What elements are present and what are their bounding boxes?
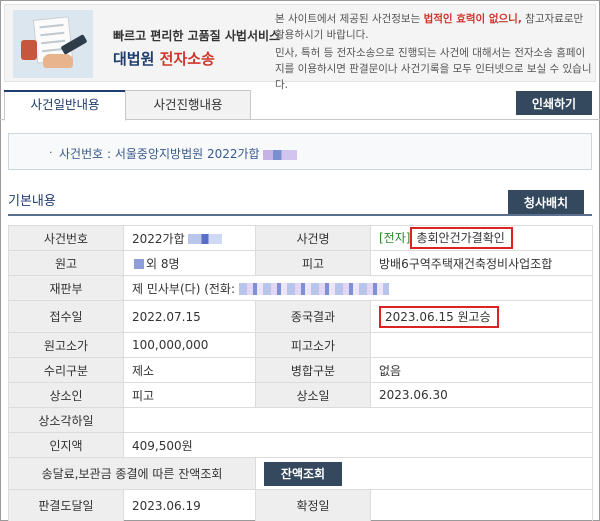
table-row: 원고소가 100,000,000 피고소가 bbox=[8, 332, 593, 358]
appeal-reject-value bbox=[123, 407, 593, 433]
tab-case-general[interactable]: 사건일반내용 bbox=[4, 90, 126, 121]
case-no-value: 2022가합 bbox=[123, 225, 256, 251]
case-no-label: 사건번호 bbox=[8, 225, 124, 251]
table-row: 송달료,보관금 종결에 따른 잔액조회 잔액조회 bbox=[8, 457, 593, 490]
tab-bar: 사건일반내용 사건진행내용 bbox=[0, 90, 600, 121]
accept-value: 제소 bbox=[123, 357, 256, 383]
result-value: 2023.06.15 원고승 bbox=[370, 300, 593, 333]
redacted-case-number bbox=[262, 149, 297, 160]
defendant-value: 방배6구역주택재건축정비사업조합 bbox=[370, 250, 593, 276]
balance-cell: 잔액조회 bbox=[255, 457, 593, 490]
notice-emphasis: 법적인 효력이 없으니, bbox=[423, 13, 522, 25]
banner-tagline: 빠르고 편리한 고품질 사법서비스 bbox=[113, 29, 281, 43]
courtroom-layout-button[interactable]: 청사배치 bbox=[508, 190, 584, 215]
case-name-value: [전자] 총회안건가결확인 bbox=[370, 225, 593, 251]
merge-label: 병합구분 bbox=[255, 357, 371, 383]
appeal-date-value: 2023.06.30 bbox=[370, 382, 593, 408]
accept-label: 수리구분 bbox=[8, 357, 124, 383]
case-info-table: 사건번호 2022가합 사건명 [전자] 총회안건가결확인 원고 외 8명 피고 … bbox=[8, 225, 593, 521]
print-button[interactable]: 인쇄하기 bbox=[516, 91, 592, 115]
table-row: 인지액 409,500원 bbox=[8, 432, 593, 458]
section-title: 기본내용 bbox=[8, 194, 56, 209]
case-no-text: 2022가합 bbox=[132, 231, 185, 246]
appellant-value: 피고 bbox=[123, 382, 256, 408]
appellant-label: 상소인 bbox=[8, 382, 124, 408]
balance-label: 송달료,보관금 종결에 따른 잔액조회 bbox=[8, 457, 256, 490]
notice-text-2: 민사, 특허 등 전자소송으로 진행되는 사건에 대해서는 전자소송 홈페이지를… bbox=[275, 47, 592, 91]
banner-notice: 본 사이트에서 제공된 사건정보는 법적인 효력이 없으니, 참고자료로만 활용… bbox=[275, 11, 593, 93]
case-number-text: 사건번호 : 서울중앙지방법원 2022가합 bbox=[59, 145, 297, 162]
result-highlight: 2023.06.15 원고승 bbox=[379, 305, 499, 328]
filed-value: 2022.07.15 bbox=[123, 300, 256, 333]
table-row: 상소각하일 bbox=[8, 407, 593, 433]
delivered-value: 2023.06.19 bbox=[123, 489, 256, 521]
merge-value: 없음 bbox=[370, 357, 593, 383]
banner-title: 빠르고 편리한 고품질 사법서비스 대법원 전자소송 bbox=[113, 27, 280, 69]
division-label: 재판부 bbox=[8, 275, 124, 301]
redacted-case-no bbox=[187, 234, 222, 244]
division-text: 제 민사부(다) (전화: bbox=[132, 281, 235, 296]
notice-text-pre: 본 사이트에서 제공된 사건정보는 bbox=[275, 13, 424, 25]
table-row: 접수일 2022.07.15 종국결과 2023.06.15 원고승 bbox=[8, 300, 593, 333]
division-value: 제 민사부(다) (전화: bbox=[123, 275, 593, 301]
final-label: 확정일 bbox=[255, 489, 371, 521]
filed-label: 접수일 bbox=[8, 300, 124, 333]
claim-defendant-label: 피고소가 bbox=[255, 332, 371, 358]
table-row: 판결도달일 2023.06.19 확정일 bbox=[8, 489, 593, 521]
stamp-label: 인지액 bbox=[8, 432, 124, 458]
redacted-plaintiff bbox=[134, 259, 144, 269]
defendant-label: 피고 bbox=[255, 250, 371, 276]
appeal-reject-label: 상소각하일 bbox=[8, 407, 124, 433]
appeal-date-label: 상소일 bbox=[255, 382, 371, 408]
electronic-tag: [전자] bbox=[379, 231, 411, 245]
table-row: 사건번호 2022가합 사건명 [전자] 총회안건가결확인 bbox=[8, 225, 593, 251]
table-row: 원고 외 8명 피고 방배6구역주택재건축정비사업조합 bbox=[8, 250, 593, 276]
bullet-icon: · bbox=[49, 146, 53, 159]
section-divider bbox=[8, 214, 592, 216]
result-label: 종국결과 bbox=[255, 300, 371, 333]
balance-inquiry-button[interactable]: 잔액조회 bbox=[264, 461, 342, 486]
table-row: 상소인 피고 상소일 2023.06.30 bbox=[8, 382, 593, 408]
case-name-highlight: 총회안건가결확인 bbox=[410, 227, 513, 249]
case-number-label: 사건번호 : 서울중앙지방법원 2022가합 bbox=[59, 147, 260, 161]
plaintiff-value: 외 8명 bbox=[123, 250, 256, 276]
claim-plaintiff-value: 100,000,000 bbox=[123, 332, 256, 358]
brand-accent: 전자소송 bbox=[159, 50, 215, 68]
claim-defendant-value bbox=[370, 332, 593, 358]
claim-plaintiff-label: 원고소가 bbox=[8, 332, 124, 358]
tab-case-progress[interactable]: 사건진행내용 bbox=[125, 90, 251, 120]
table-row: 재판부 제 민사부(다) (전화: bbox=[8, 275, 593, 301]
brand-main: 대법원 bbox=[113, 50, 155, 68]
final-value bbox=[370, 489, 593, 521]
banner-brand: 대법원 전자소송 bbox=[113, 48, 280, 69]
case-number-header: · 사건번호 : 서울중앙지방법원 2022가합 bbox=[8, 133, 592, 170]
redacted-phone bbox=[238, 283, 389, 295]
notice-banner: 빠르고 편리한 고품질 사법서비스 대법원 전자소송 본 사이트에서 제공된 사… bbox=[4, 4, 596, 91]
case-name-label: 사건명 bbox=[255, 225, 371, 251]
table-row: 수리구분 제소 병합구분 없음 bbox=[8, 357, 593, 383]
plaintiff-text: 외 8명 bbox=[146, 256, 180, 271]
plaintiff-label: 원고 bbox=[8, 250, 124, 276]
stamp-value: 409,500원 bbox=[123, 432, 593, 458]
court-banner-illustration bbox=[13, 10, 93, 78]
delivered-label: 판결도달일 bbox=[8, 489, 124, 521]
